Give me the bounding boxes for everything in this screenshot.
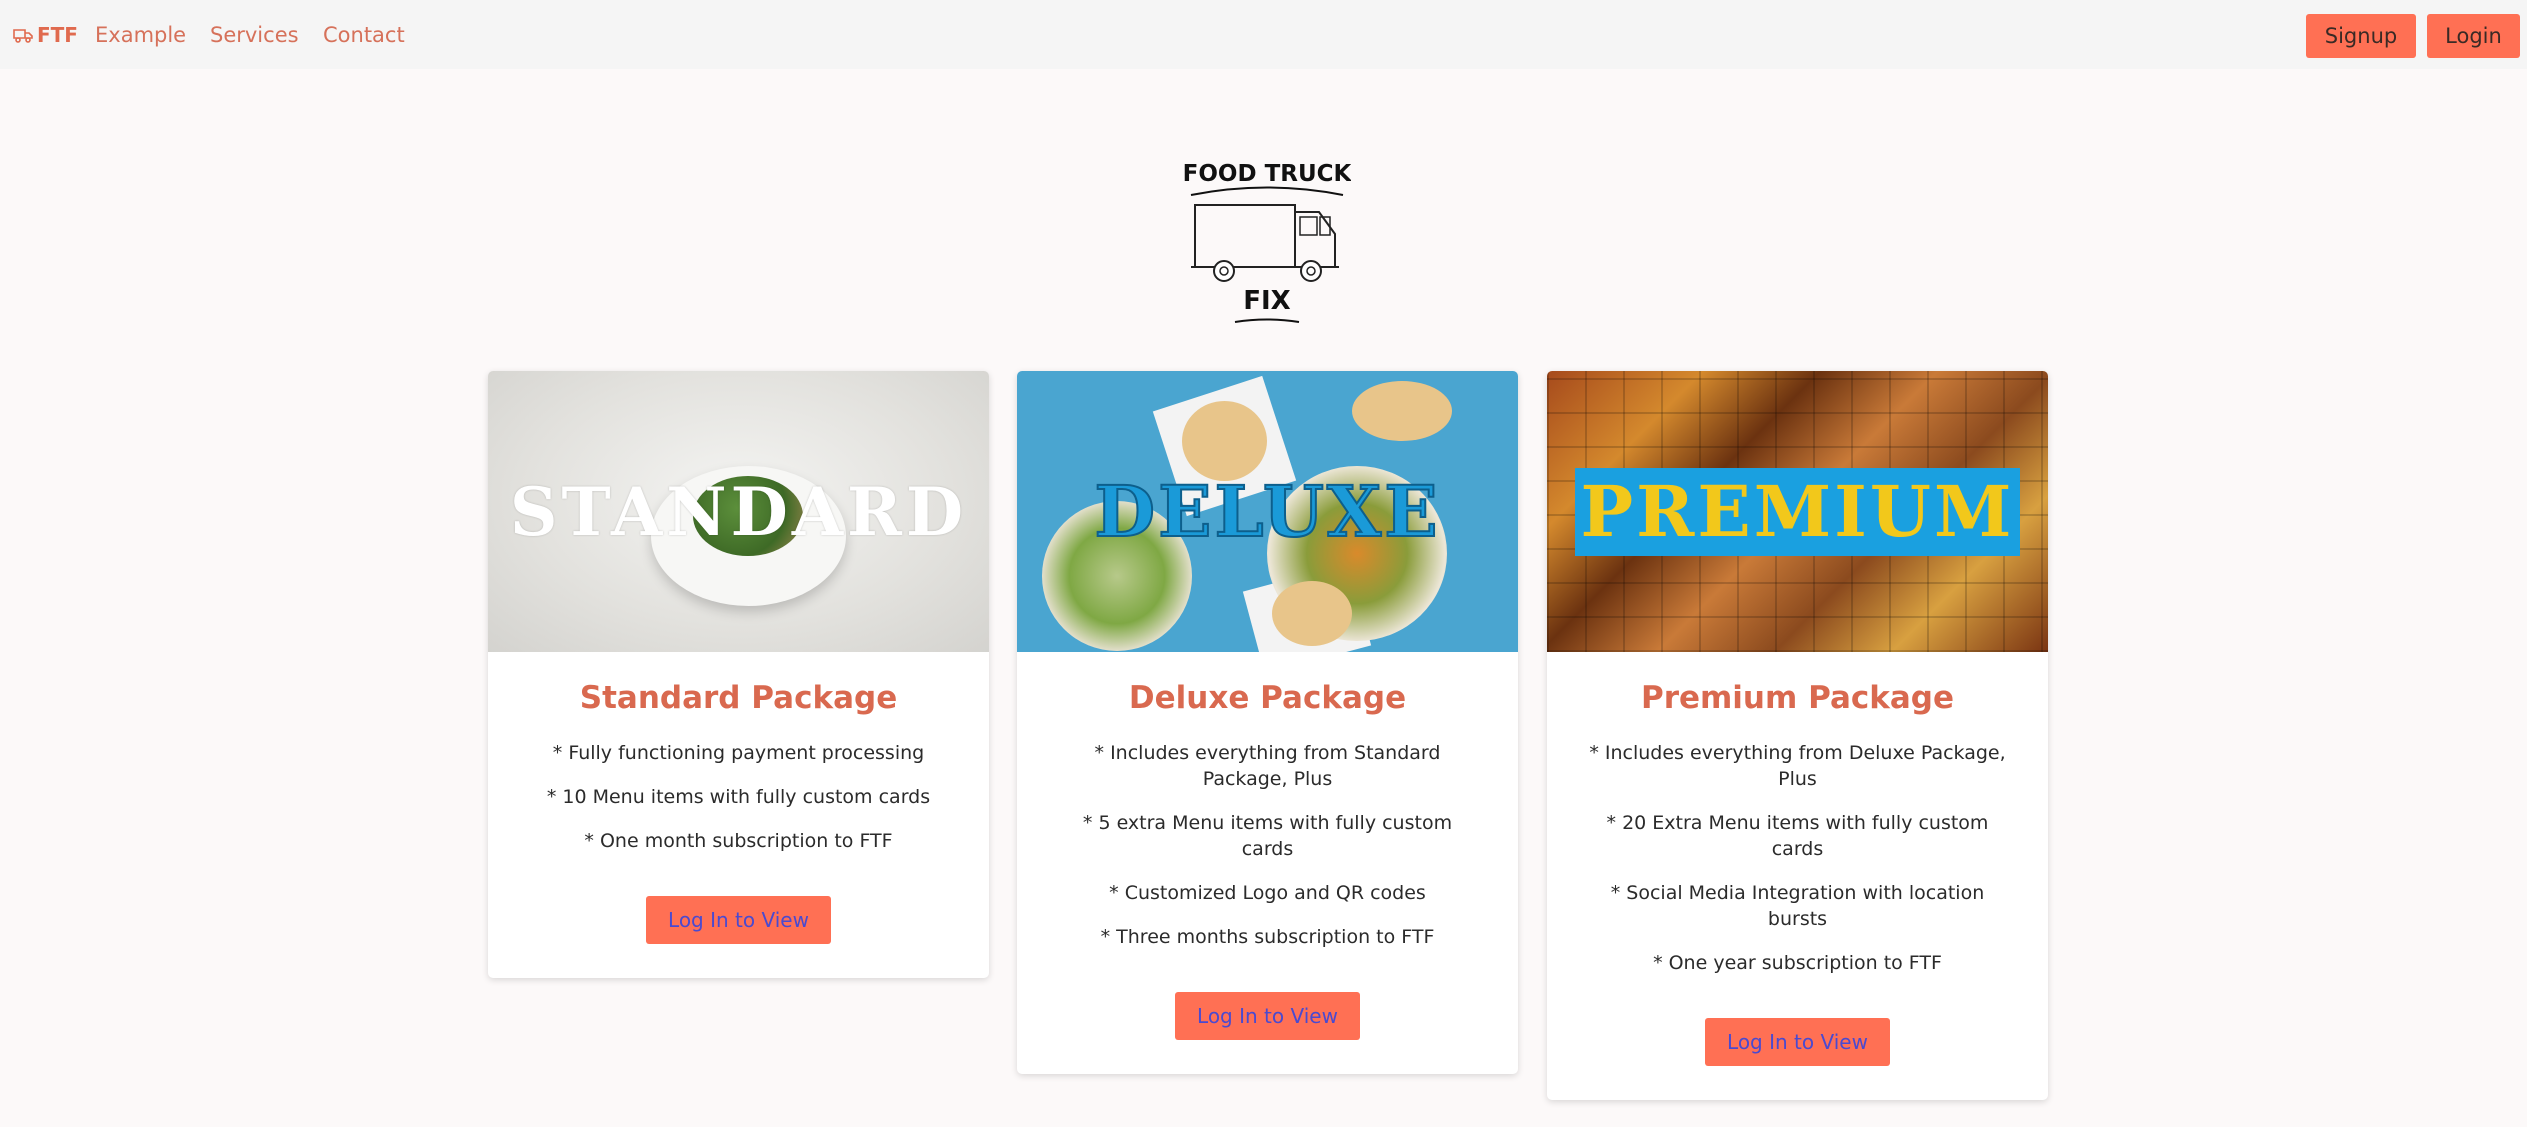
image-banner-text: DELUXE [1093,469,1441,554]
signup-button[interactable]: Signup [2306,14,2416,58]
deluxe-package-image: DELUXE [1017,371,1518,652]
food-truck-icon [13,28,33,43]
card-body: Deluxe Package * Includes everything fro… [1017,652,1518,1074]
card-body: Standard Package * Fully functioning pay… [488,652,989,978]
pita-shape [1272,581,1352,646]
feature-item: * One year subscription to FTF [1653,952,1942,974]
card-title: Standard Package [579,680,898,716]
premium-package-card: PREMIUM Premium Package * Includes every… [1547,371,2048,1100]
log-in-to-view-button[interactable]: Log In to View [1175,992,1360,1040]
feature-item: * 20 Extra Menu items with fully custom … [1606,812,1989,860]
logo-graphic: FOOD TRUCK FIX [1183,161,1353,323]
feature-item: * 10 Menu items with fully custom cards [546,786,931,808]
nav-link-contact[interactable]: Contact [323,0,405,69]
image-banner-text: STANDARD [509,472,968,551]
nav-link-services[interactable]: Services [210,0,299,69]
feature-item: * 5 extra Menu items with fully custom c… [1082,812,1453,860]
brand-link[interactable]: FTF [13,0,78,69]
feature-item: * Three months subscription to FTF [1100,926,1435,948]
image-banner-text: PREMIUM [1580,470,2015,553]
feature-item: * Includes everything from Standard Pack… [1094,742,1441,790]
nav-link-example[interactable]: Example [95,0,186,69]
deluxe-package-card: DELUXE Deluxe Package * Includes everyth… [1017,371,1518,1074]
feature-item: * One month subscription to FTF [584,830,893,852]
pita-shape [1352,381,1452,441]
pita-shape [1182,401,1267,481]
login-button[interactable]: Login [2427,14,2520,58]
logo-line1: FOOD TRUCK [1183,161,1351,187]
card-title: Deluxe Package [1128,680,1407,716]
feature-item: * Customized Logo and QR codes [1109,882,1426,904]
log-in-to-view-button[interactable]: Log In to View [1705,1018,1890,1066]
card-title: Premium Package [1640,680,1955,716]
standard-package-card: STANDARD Standard Package * Fully functi… [488,371,989,978]
feature-item: * Social Media Integration with location… [1610,882,1985,930]
logo-line2: FIX [1243,286,1290,316]
brand-label: FTF [37,22,78,47]
card-body: Premium Package * Includes everything fr… [1547,652,2048,1100]
log-in-to-view-button[interactable]: Log In to View [646,896,831,944]
feature-item: * Fully functioning payment processing [552,742,925,764]
food-truck-fix-logo: FOOD TRUCK FIX [1183,155,1353,327]
standard-package-image: STANDARD [488,371,989,652]
top-navbar: FTF Example Services Contact Signup Logi… [0,0,2527,69]
feature-item: * Includes everything from Deluxe Packag… [1589,742,2006,790]
premium-package-image: PREMIUM [1547,371,2048,652]
image-banner-box: PREMIUM [1574,467,2021,556]
